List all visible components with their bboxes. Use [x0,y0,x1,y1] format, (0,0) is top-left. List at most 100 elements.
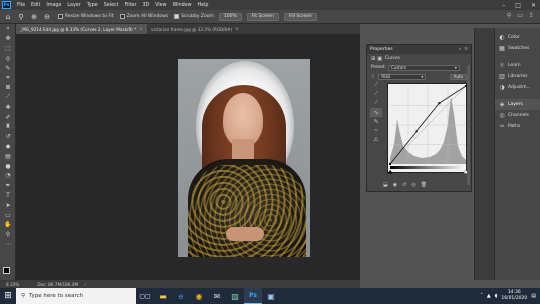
tab-victorian-frame[interactable]: victorian frame.jpg @ 33.3% (RGB/8#) × [147,24,243,34]
trash-icon[interactable]: 🗑 [421,182,427,188]
zoom-tool-icon[interactable]: ⚲ [0,230,16,240]
type-tool-icon[interactable]: T [0,191,16,201]
preset-select[interactable]: Custom ▾ [387,64,460,71]
history-brush-icon[interactable]: ↺ [0,132,16,142]
minimize-button[interactable]: – [502,2,505,9]
menu-select[interactable]: Select [101,3,122,8]
frame-tool-icon[interactable]: ⊠ [0,83,16,93]
zoom-all-checkbox[interactable]: Zoom All Windows [119,14,168,19]
canvas-area[interactable] [16,34,360,280]
pencil-curve-icon[interactable]: ✎ [370,117,382,126]
pen-tool-icon[interactable]: ✒ [0,181,16,191]
foreground-color-swatch[interactable] [3,267,10,274]
clone-stamp-icon[interactable]: ♜ [0,122,16,132]
workspace-icon[interactable]: ▭ [517,12,523,19]
tab-active-document[interactable]: _MG_9214 Edit.jpg @ 8.33% (Curves 2, Lay… [16,24,147,34]
mask-icon[interactable]: ▣ [377,56,382,62]
properties-scrollbar[interactable] [467,65,470,185]
quick-select-icon[interactable]: ✎ [0,63,16,73]
share-icon[interactable]: ⇪ [529,12,534,19]
view-previous-icon[interactable]: ◉ [393,182,397,188]
windows-start-icon[interactable]: ⊞ [0,288,16,304]
dodge-tool-icon[interactable]: ◔ [0,171,16,181]
menu-file[interactable]: File [14,3,28,8]
network-icon[interactable]: ▲ [487,293,491,299]
channel-select[interactable]: RGB ▾ [378,73,427,80]
fill-screen-button[interactable]: Fill Screen [283,12,317,21]
collapse-icon[interactable]: » [0,24,16,34]
zoom-out-icon[interactable]: ⊖ [42,12,52,22]
eyedropper-icon[interactable]: ⟋ [0,93,16,103]
fit-screen-button[interactable]: Fit Screen [246,12,279,21]
lasso-tool-icon[interactable]: ϙ [0,53,16,63]
clipping-warning-icon[interactable]: ⚠ [370,135,382,144]
close-tab-icon[interactable]: × [235,27,239,32]
crop-tool-icon[interactable]: ⌗ [0,73,16,83]
more-tools-icon[interactable]: ⋯ [0,240,16,250]
photoshop-taskbar-icon[interactable]: Ps [244,288,262,304]
curve-edit-icon[interactable]: ∿ [370,108,382,117]
move-tool-icon[interactable]: ✥ [0,34,16,44]
curve-point-1[interactable] [415,130,418,133]
black-slider-icon[interactable] [387,170,393,174]
menu-help[interactable]: Help [195,3,212,8]
photoshop-logo[interactable]: Ps [2,1,11,9]
close-button[interactable]: ✕ [531,2,536,9]
dock-channels[interactable]: ◎ Channels [495,110,540,121]
curve-point-2[interactable] [438,102,441,105]
zoom-tool-icon[interactable]: ⚲ [16,12,26,22]
dock-paths[interactable]: ✑ Paths [495,121,540,132]
status-arrow-icon[interactable]: › [84,282,86,287]
mail-icon[interactable]: ✉ [208,288,226,304]
zoom-in-icon[interactable]: ⊕ [29,12,39,22]
menu-filter[interactable]: Filter [122,3,140,8]
scrubby-zoom-checkbox[interactable]: Scrubby Zoom [174,14,214,19]
properties-title[interactable]: Properties [370,47,393,52]
clock[interactable]: 14:36 16/01/2020 [501,290,527,302]
marquee-tool-icon[interactable]: ⬚ [0,44,16,54]
collapse-icon[interactable]: « [458,47,461,52]
search-icon[interactable]: ⚲ [507,12,511,19]
black-point-eyedropper-icon[interactable]: ⟋ [370,81,382,90]
home-icon[interactable]: ⌂ [3,12,13,22]
hand-tool-icon[interactable]: ✋ [0,220,16,230]
stocks-app-icon[interactable]: ▨ [226,288,244,304]
dock-libraries[interactable]: ▥ Libraries [495,71,540,82]
smooth-curve-icon[interactable]: ~ [370,126,382,135]
auto-button[interactable]: Auto [449,73,467,80]
rectangle-tool-icon[interactable]: ▭ [0,210,16,220]
close-tab-icon[interactable]: × [139,27,143,32]
chevron-up-icon[interactable]: ˄ [480,293,483,299]
menu-edit[interactable]: Edit [28,3,43,8]
edge-icon[interactable]: e [172,288,190,304]
portrait-photo[interactable] [178,59,310,257]
dock-layers[interactable]: ◈ Layers [495,99,540,110]
white-point-eyedropper-icon[interactable]: ⟋ [370,99,382,108]
chrome-icon[interactable]: ◉ [190,288,208,304]
dock-learn[interactable]: ☼ Learn [495,60,540,71]
zoom-level[interactable]: 8.33% [6,282,19,287]
curve-point-0[interactable] [389,163,391,165]
healing-brush-icon[interactable]: ✚ [0,102,16,112]
curves-graph[interactable] [387,83,469,174]
dock-adjustments[interactable]: ◑ Adjustm... [495,82,540,93]
menu-window[interactable]: Window [170,3,195,8]
path-select-icon[interactable]: ➤ [0,200,16,210]
resize-windows-checkbox[interactable]: Resize Windows to Fit [58,14,114,19]
taskbar-search[interactable]: ⚲ Type here to search [16,288,136,304]
eraser-icon[interactable]: ◆ [0,142,16,152]
photos-app-icon[interactable]: ▣ [262,288,280,304]
menu-layer[interactable]: Layer [64,3,83,8]
visibility-icon[interactable]: ◎ [411,182,415,188]
dock-color[interactable]: ◐ Color [495,32,540,43]
task-view-icon[interactable]: ▢▢ [136,288,154,304]
gray-point-eyedropper-icon[interactable]: ⟋ [370,90,382,99]
file-explorer-icon[interactable]: ▬ [154,288,172,304]
menu-image[interactable]: Image [43,3,64,8]
panel-menu-icon[interactable]: ≡ [464,47,468,52]
volume-icon[interactable]: ◖ [495,293,498,299]
maximize-button[interactable]: □ [515,2,521,9]
clip-to-layer-icon[interactable]: ⬓ [383,182,388,188]
reset-icon[interactable]: ↺ [402,182,406,188]
menu-view[interactable]: View [152,3,169,8]
